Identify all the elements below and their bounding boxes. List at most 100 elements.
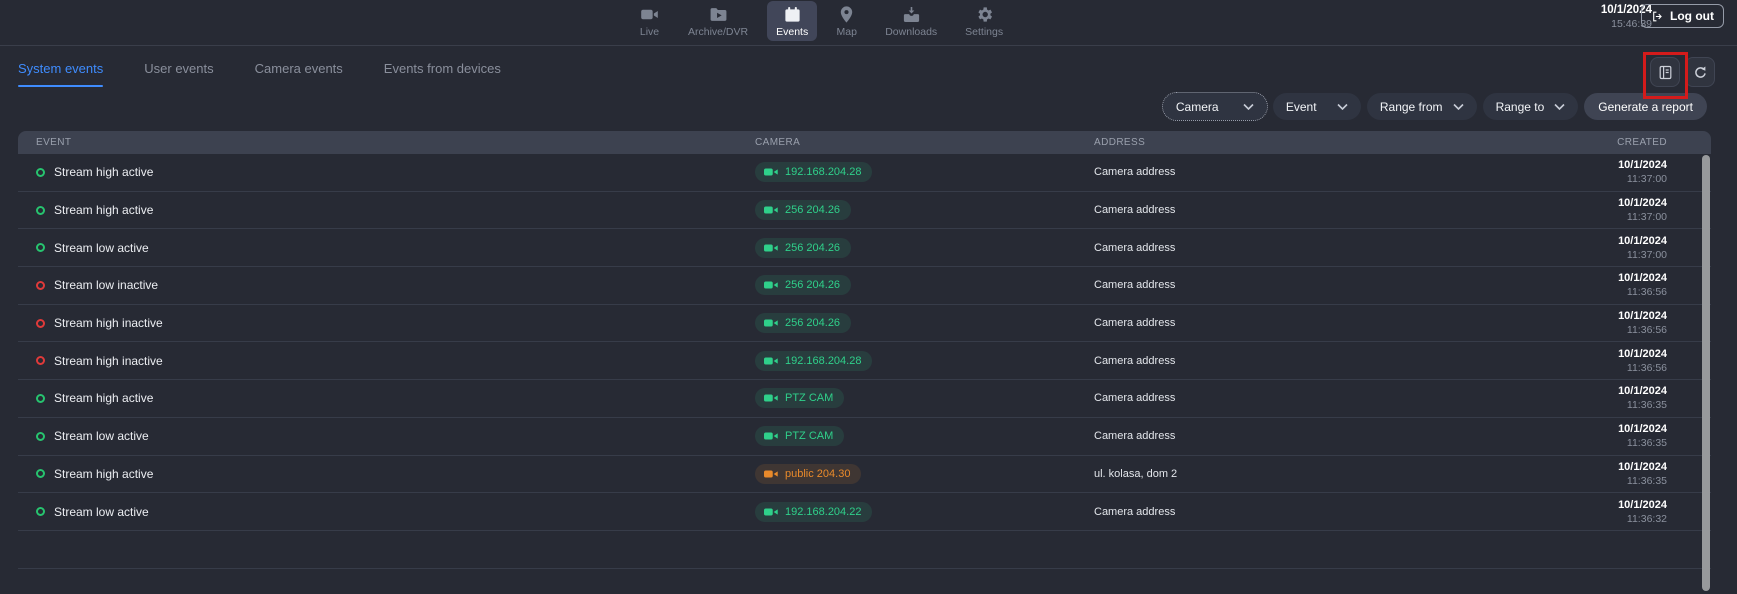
tab-user-events[interactable]: User events (144, 46, 213, 90)
event-name: Stream low active (54, 241, 149, 255)
event-name: Stream high active (54, 391, 153, 405)
created-time: 11:36:56 (1577, 286, 1667, 298)
vertical-scrollbar-thumb[interactable] (1702, 155, 1710, 591)
event-name: Stream high active (54, 203, 153, 217)
camera-name: 192.168.204.22 (785, 506, 861, 518)
column-header-created: CREATED (1577, 137, 1667, 148)
created-time: 11:37:00 (1577, 249, 1667, 261)
created-time: 11:36:35 (1577, 399, 1667, 411)
camera-badge[interactable]: 256 204.26 (755, 275, 851, 295)
range-from-dropdown[interactable]: Range from (1367, 93, 1477, 120)
camera-name: 192.168.204.28 (785, 166, 861, 178)
camera-badge[interactable]: 256 204.26 (755, 313, 851, 333)
camera-badge[interactable]: public 204.30 (755, 464, 861, 484)
table-row[interactable]: Stream high inactive 256 204.26 Camera a… (18, 305, 1711, 343)
nav-item-archive-dvr[interactable]: Archive/DVR (679, 1, 757, 41)
chevron-down-icon (1554, 103, 1565, 110)
tab-label: System events (18, 61, 103, 76)
report-journal-icon (1657, 64, 1674, 81)
nav-label: Live (640, 26, 659, 38)
address-cell: Camera address (1094, 317, 1577, 329)
nav-item-map[interactable]: Map (827, 1, 866, 41)
nav-label: Downloads (885, 26, 937, 38)
range-to-dropdown[interactable]: Range to (1483, 93, 1579, 120)
calendar-icon (782, 5, 803, 24)
created-time: 11:37:00 (1577, 211, 1667, 223)
logout-label: Log out (1670, 9, 1714, 23)
table-row[interactable]: Stream high active 192.168.204.28 Camera… (18, 154, 1711, 192)
camera-badge[interactable]: 256 204.26 (755, 200, 851, 220)
event-filter-dropdown[interactable]: Event (1273, 93, 1361, 120)
table-row[interactable]: Stream high inactive 192.168.204.28 Came… (18, 342, 1711, 380)
created-date: 10/1/2024 (1577, 235, 1667, 247)
camera-name: 256 204.26 (785, 204, 840, 216)
created-date: 10/1/2024 (1577, 385, 1667, 397)
created-cell: 10/1/2024 11:37:00 (1577, 197, 1667, 223)
main-navigation: Live Archive/DVR Events Map (630, 1, 1012, 41)
created-cell: 10/1/2024 11:36:35 (1577, 461, 1667, 487)
nav-item-events[interactable]: Events (767, 1, 817, 41)
table-row[interactable]: Stream high active public 204.30 ul. kol… (18, 456, 1711, 494)
nav-label: Map (837, 26, 857, 38)
table-row[interactable]: Stream low active 256 204.26 Camera addr… (18, 229, 1711, 267)
nav-item-downloads[interactable]: Downloads (876, 1, 946, 41)
tab-camera-events[interactable]: Camera events (255, 46, 343, 90)
nav-label: Archive/DVR (688, 26, 748, 38)
nav-item-live[interactable]: Live (630, 1, 669, 41)
chevron-down-icon (1337, 103, 1348, 110)
created-cell: 10/1/2024 11:37:00 (1577, 235, 1667, 261)
event-status-icon (36, 394, 45, 403)
refresh-button[interactable] (1685, 57, 1715, 87)
tab-label: Events from devices (384, 61, 501, 76)
chevron-down-icon (1453, 103, 1464, 110)
created-time: 11:36:56 (1577, 324, 1667, 336)
tab-system-events[interactable]: System events (18, 46, 103, 90)
camera-icon (764, 280, 778, 290)
event-status-icon (36, 243, 45, 252)
created-date: 10/1/2024 (1577, 499, 1667, 511)
table-row[interactable]: Stream low active 192.168.204.22 Camera … (18, 493, 1711, 531)
camera-badge[interactable]: 256 204.26 (755, 238, 851, 258)
camera-badge[interactable]: 192.168.204.22 (755, 502, 872, 522)
table-row[interactable]: Stream low active PTZ CAM Camera address… (18, 418, 1711, 456)
created-date: 10/1/2024 (1577, 197, 1667, 209)
table-header: EVENT CAMERA ADDRESS CREATED (18, 131, 1711, 154)
camera-icon (764, 167, 778, 177)
camera-filter-dropdown[interactable]: Camera (1163, 93, 1267, 120)
event-status-icon (36, 469, 45, 478)
camera-icon (764, 205, 778, 215)
created-time: 11:36:32 (1577, 513, 1667, 525)
generate-report-button[interactable]: Generate a report (1584, 93, 1707, 120)
camera-name: PTZ CAM (785, 430, 833, 442)
table-row[interactable]: Stream low inactive 256 204.26 Camera ad… (18, 267, 1711, 305)
event-status-icon (36, 356, 45, 365)
nav-label: Settings (965, 26, 1003, 38)
logout-button[interactable]: Log out (1641, 4, 1724, 28)
created-cell: 10/1/2024 11:36:56 (1577, 310, 1667, 336)
nav-item-settings[interactable]: Settings (956, 1, 1012, 41)
address-cell: Camera address (1094, 166, 1577, 178)
address-cell: Camera address (1094, 279, 1577, 291)
event-name: Stream high active (54, 467, 153, 481)
nav-label: Events (776, 26, 808, 38)
report-journal-button[interactable] (1650, 57, 1680, 87)
table-row[interactable]: Stream high active 256 204.26 Camera add… (18, 192, 1711, 230)
column-header-event: EVENT (18, 137, 755, 148)
camera-badge[interactable]: 192.168.204.28 (755, 351, 872, 371)
event-status-icon (36, 281, 45, 290)
address-cell: Camera address (1094, 392, 1577, 404)
tab-events-from-devices[interactable]: Events from devices (384, 46, 501, 90)
camera-badge[interactable]: 192.168.204.28 (755, 162, 872, 182)
created-cell: 10/1/2024 11:36:56 (1577, 272, 1667, 298)
address-cell: Camera address (1094, 355, 1577, 367)
address-cell: Camera address (1094, 204, 1577, 216)
camera-badge[interactable]: PTZ CAM (755, 426, 844, 446)
created-cell: 10/1/2024 11:36:35 (1577, 385, 1667, 411)
camera-badge[interactable]: PTZ CAM (755, 388, 844, 408)
app-window: Live Archive/DVR Events Map (0, 0, 1737, 594)
column-header-camera: CAMERA (755, 137, 1094, 148)
table-row[interactable]: Stream high active PTZ CAM Camera addres… (18, 380, 1711, 418)
report-filter-bar: Camera Event Range from Range to Generat… (1163, 93, 1707, 120)
dropdown-label: Event (1286, 100, 1317, 114)
camera-icon (764, 507, 778, 517)
